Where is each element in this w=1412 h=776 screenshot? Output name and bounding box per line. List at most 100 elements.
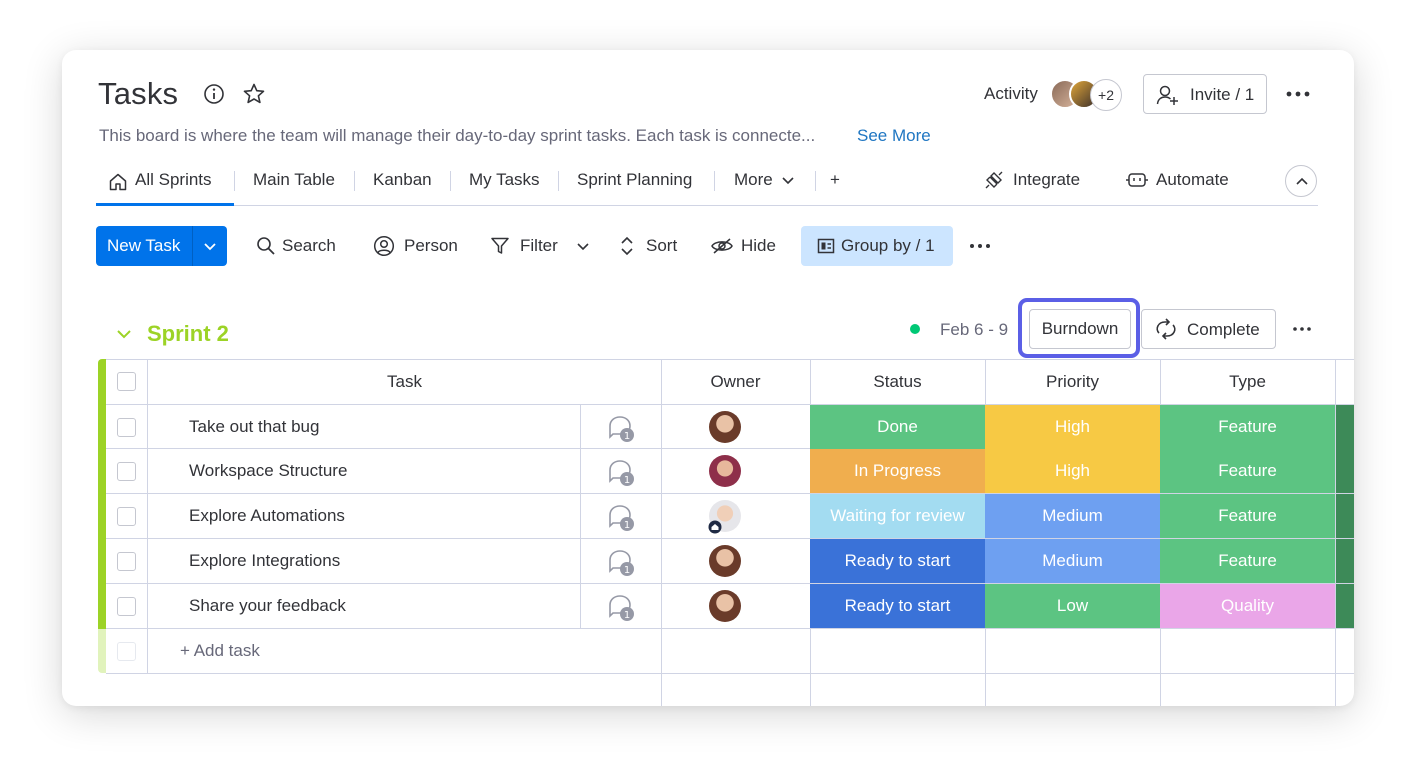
- task-name[interactable]: Workspace Structure: [189, 461, 347, 481]
- person-filter-button[interactable]: Person: [404, 236, 458, 256]
- tab-more[interactable]: More: [734, 170, 773, 190]
- board-description: This board is where the team will manage…: [99, 126, 816, 145]
- more-options-icon[interactable]: [969, 239, 991, 253]
- status-cell[interactable]: Done: [810, 405, 985, 449]
- svg-text:1: 1: [624, 565, 630, 576]
- tab-all-sprints[interactable]: All Sprints: [135, 170, 212, 190]
- avatar[interactable]: [709, 545, 741, 577]
- next-column-cell[interactable]: [1336, 584, 1354, 628]
- column-header-task[interactable]: Task: [148, 372, 661, 392]
- next-column-cell[interactable]: [1336, 449, 1354, 493]
- svg-text:1: 1: [624, 475, 630, 486]
- table-row[interactable]: Explore Automations 1 Waiting for review…: [106, 494, 1354, 539]
- tab-divider: [354, 171, 355, 191]
- burndown-button[interactable]: Burndown: [1029, 309, 1131, 349]
- row-checkbox[interactable]: [117, 418, 136, 437]
- see-more-link[interactable]: See More: [857, 126, 931, 146]
- row-checkbox[interactable]: [117, 552, 136, 571]
- task-name[interactable]: Explore Automations: [189, 506, 345, 526]
- search-icon: [257, 237, 275, 255]
- column-header-type[interactable]: Type: [1160, 372, 1335, 392]
- split-divider: [192, 226, 193, 266]
- priority-cell[interactable]: Medium: [985, 494, 1160, 538]
- status-cell[interactable]: Ready to start: [810, 584, 985, 628]
- type-cell[interactable]: Quality: [1160, 584, 1335, 628]
- search-button[interactable]: Search: [282, 236, 336, 256]
- table-row[interactable]: Explore Integrations 1 Ready to start Me…: [106, 539, 1354, 584]
- next-column-cell[interactable]: [1336, 405, 1354, 449]
- sort-button[interactable]: Sort: [646, 236, 677, 256]
- add-view-button[interactable]: +: [830, 170, 840, 190]
- row-checkbox[interactable]: [117, 597, 136, 616]
- type-cell[interactable]: Feature: [1160, 405, 1335, 449]
- table-row[interactable]: Share your feedback 1 Ready to start Low…: [106, 584, 1354, 629]
- filter-button[interactable]: Filter: [520, 236, 558, 256]
- updates-icon[interactable]: 1: [607, 548, 637, 578]
- invite-button[interactable]: Invite / 1: [1143, 74, 1267, 114]
- row-checkbox[interactable]: [117, 507, 136, 526]
- sprint-table: Task Owner Status Priority Type Take out…: [98, 359, 1354, 706]
- hide-button[interactable]: Hide: [741, 236, 776, 256]
- tab-kanban[interactable]: Kanban: [373, 170, 432, 190]
- avatar[interactable]: [709, 411, 741, 443]
- activity-label[interactable]: Activity: [984, 84, 1038, 104]
- more-options-icon[interactable]: [1285, 86, 1311, 102]
- row-checkbox[interactable]: [117, 462, 136, 481]
- column-header-status[interactable]: Status: [810, 372, 985, 392]
- updates-icon[interactable]: 1: [607, 593, 637, 623]
- integrate-icon: [985, 171, 1003, 189]
- home-icon: [109, 173, 127, 191]
- avatar[interactable]: [709, 590, 741, 622]
- next-column-cell[interactable]: [1336, 539, 1354, 583]
- tab-my-tasks[interactable]: My Tasks: [469, 170, 540, 190]
- board-title[interactable]: Tasks: [98, 76, 178, 112]
- integrate-button[interactable]: Integrate: [1013, 170, 1080, 190]
- activity-more-count[interactable]: +2: [1090, 79, 1122, 111]
- info-icon[interactable]: [203, 83, 225, 105]
- person-icon: [373, 235, 395, 257]
- collapse-header-button[interactable]: [1285, 165, 1317, 197]
- sprint-title[interactable]: Sprint 2: [147, 321, 229, 347]
- invite-label: Invite / 1: [1190, 85, 1255, 104]
- star-icon[interactable]: [242, 82, 266, 106]
- type-cell[interactable]: Feature: [1160, 449, 1335, 493]
- more-options-icon[interactable]: [1291, 323, 1313, 335]
- column-header-priority[interactable]: Priority: [985, 372, 1160, 392]
- tab-sprint-planning[interactable]: Sprint Planning: [577, 170, 692, 190]
- tab-divider: [815, 171, 816, 191]
- updates-icon[interactable]: 1: [607, 414, 637, 444]
- complete-sprint-button[interactable]: Complete: [1141, 309, 1276, 349]
- task-name[interactable]: Explore Integrations: [189, 551, 340, 571]
- view-tabs: All Sprints Main Table Kanban My Tasks S…: [96, 160, 1318, 206]
- chevron-down-icon[interactable]: [116, 328, 132, 340]
- avatar[interactable]: [709, 455, 741, 487]
- status-cell[interactable]: In Progress: [810, 449, 985, 493]
- tab-main-table[interactable]: Main Table: [253, 170, 335, 190]
- priority-cell[interactable]: High: [985, 449, 1160, 493]
- status-cell[interactable]: Waiting for review: [810, 494, 985, 538]
- priority-cell[interactable]: High: [985, 405, 1160, 449]
- priority-cell[interactable]: Low: [985, 584, 1160, 628]
- type-cell[interactable]: Feature: [1160, 539, 1335, 583]
- chevron-down-icon[interactable]: [203, 242, 217, 252]
- chevron-down-icon[interactable]: [576, 242, 590, 252]
- task-name[interactable]: Take out that bug: [189, 417, 319, 437]
- complete-label: Complete: [1187, 320, 1260, 339]
- new-task-button[interactable]: New Task: [96, 226, 227, 266]
- add-task-button[interactable]: + Add task: [180, 641, 260, 661]
- updates-icon[interactable]: 1: [607, 503, 637, 533]
- status-cell[interactable]: Ready to start: [810, 539, 985, 583]
- table-row[interactable]: Take out that bug 1 Done High Feature: [106, 405, 1354, 450]
- sprint-dates[interactable]: Feb 6 - 9: [940, 320, 1008, 340]
- select-all-checkbox[interactable]: [117, 372, 136, 391]
- table-row[interactable]: Workspace Structure 1 In Progress High F…: [106, 449, 1354, 494]
- task-name[interactable]: Share your feedback: [189, 596, 346, 616]
- automate-button[interactable]: Automate: [1156, 170, 1229, 190]
- chevron-down-icon[interactable]: [781, 176, 795, 186]
- next-column-cell[interactable]: [1336, 494, 1354, 538]
- column-header-owner[interactable]: Owner: [661, 372, 810, 392]
- group-by-button[interactable]: Group by / 1: [801, 226, 953, 266]
- type-cell[interactable]: Feature: [1160, 494, 1335, 538]
- updates-icon[interactable]: 1: [607, 458, 637, 488]
- priority-cell[interactable]: Medium: [985, 539, 1160, 583]
